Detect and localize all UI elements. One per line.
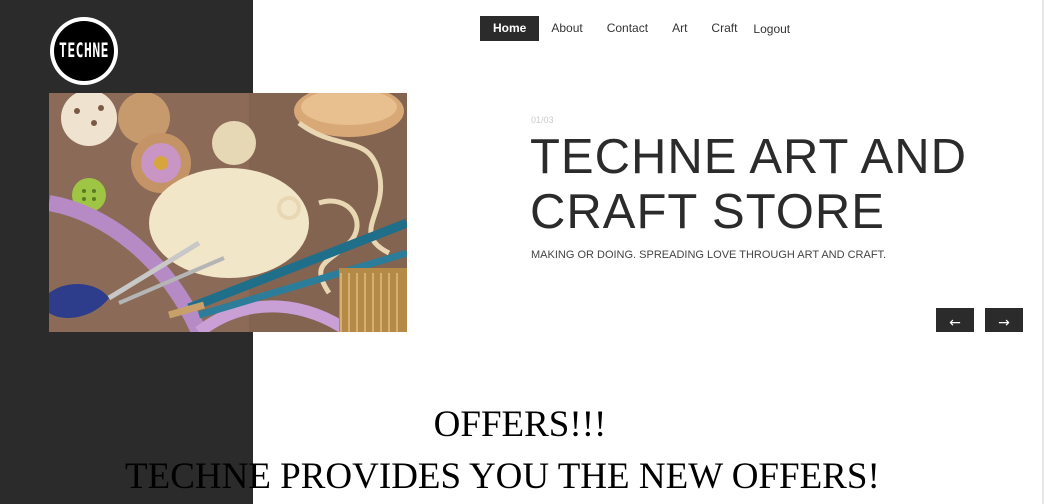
brand-logo-text: TECHNE bbox=[59, 39, 109, 63]
craft-supplies-illustration bbox=[49, 93, 407, 332]
hero-craft-image bbox=[49, 93, 407, 332]
offers-heading: OFFERS!!! bbox=[433, 404, 607, 445]
brand-logo[interactable]: TECHNE bbox=[50, 17, 118, 85]
brand-logo-circle: TECHNE bbox=[54, 21, 114, 81]
main-nav: Home About Contact Art Craft Logout bbox=[480, 16, 802, 41]
slider-next-button[interactable]: → bbox=[985, 308, 1023, 332]
nav-item-craft[interactable]: Craft bbox=[699, 16, 749, 41]
slider-prev-button[interactable]: ← bbox=[936, 308, 974, 332]
offers-text: TECHNE PROVIDES YOU THE NEW OFFERS! bbox=[125, 456, 880, 497]
arrow-left-icon: ← bbox=[949, 315, 961, 331]
nav-item-home[interactable]: Home bbox=[480, 16, 540, 41]
slide-counter: 01/03 bbox=[531, 115, 554, 125]
logout-link[interactable]: Logout bbox=[749, 17, 802, 42]
nav-item-art[interactable]: Art bbox=[660, 16, 699, 41]
nav-item-about[interactable]: About bbox=[539, 16, 594, 41]
arrow-right-icon: → bbox=[998, 315, 1010, 331]
slide-subtitle: MAKING OR DOING. SPREADING LOVE THROUGH … bbox=[531, 249, 887, 261]
page: TECHNE Home About Contact Art Craft Logo… bbox=[0, 0, 1044, 504]
slide-title: TECHNE ART AND CRAFT STORE bbox=[530, 130, 967, 239]
nav-item-contact[interactable]: Contact bbox=[595, 16, 660, 41]
